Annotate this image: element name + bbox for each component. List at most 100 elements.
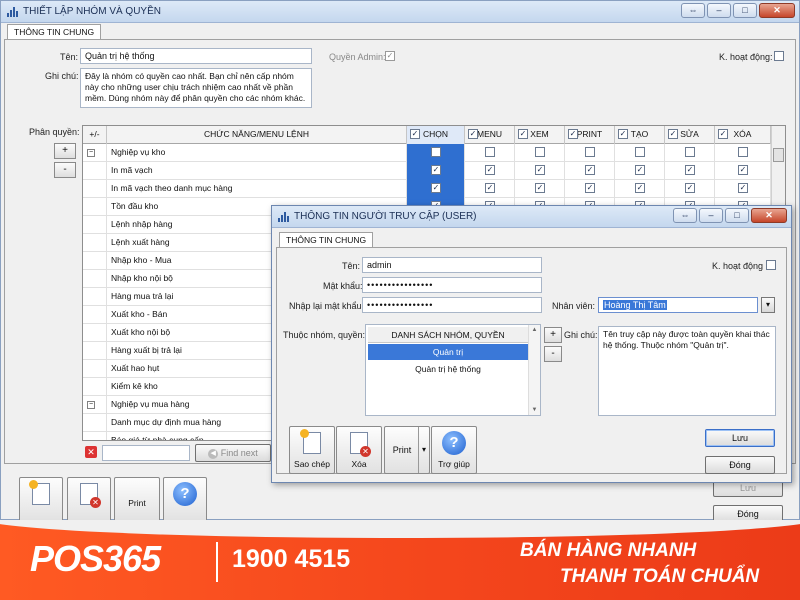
user-note-textarea[interactable]: Tên truy cập này được toàn quyền khai th… bbox=[598, 326, 776, 416]
pos365-logo: POS365 bbox=[30, 538, 161, 579]
row-function-text: Hàng xuất bị trả lại bbox=[111, 345, 182, 355]
table-row[interactable]: In mã vạch ✓ ✓ ✓ ✓ ✓ ✓ ✓ bbox=[83, 162, 785, 180]
header-edit-checkbox[interactable]: ✓ bbox=[668, 129, 678, 139]
group-list-item-admin[interactable]: Quản trị bbox=[368, 344, 528, 360]
collapse-icon[interactable]: − bbox=[87, 149, 95, 157]
find-input[interactable] bbox=[102, 445, 190, 461]
group-list-item-system-admin[interactable]: Quản trị hệ thống bbox=[368, 361, 528, 377]
table-row[interactable]: In mã vạch theo danh mục hàng ✓ ✓ ✓ ✓ ✓ ✓ ✓ bbox=[83, 180, 785, 198]
row-delete-checkbox[interactable]: ✓ bbox=[738, 183, 748, 193]
remove-group-button[interactable]: - bbox=[544, 346, 562, 362]
row-print-checkbox[interactable] bbox=[585, 147, 595, 157]
header-select-checkbox[interactable]: ✓ bbox=[410, 129, 420, 139]
admin-checkbox[interactable]: ✓ bbox=[385, 51, 395, 61]
repassword-input[interactable]: •••••••••••••••• bbox=[362, 297, 542, 313]
row-expand-cell bbox=[83, 162, 107, 180]
tab-general-info[interactable]: THÔNG TIN CHUNG bbox=[7, 24, 102, 40]
restore-icon[interactable]: ⇔ bbox=[681, 3, 705, 18]
header-delete[interactable]: ✓ XÓA bbox=[715, 126, 771, 144]
dialog-restore-icon[interactable]: ⇔ bbox=[673, 208, 697, 223]
user-active-checkbox[interactable] bbox=[766, 260, 776, 270]
group-name-input[interactable]: Quản trị hệ thống bbox=[80, 48, 312, 64]
main-print-label: Print bbox=[128, 498, 146, 508]
dialog-close-icon[interactable]: ✕ bbox=[751, 208, 787, 223]
help-button[interactable]: ? Trợ giúp bbox=[431, 426, 477, 474]
scroll-thumb[interactable] bbox=[773, 148, 784, 162]
find-next-button[interactable]: ◀ Find next bbox=[195, 444, 271, 462]
row-edit-checkbox[interactable] bbox=[685, 147, 695, 157]
header-select[interactable]: ✓ CHỌN bbox=[407, 126, 465, 144]
add-group-button[interactable]: + bbox=[544, 327, 562, 343]
header-menu[interactable]: ✓ MENU bbox=[465, 126, 515, 144]
main-copy-button[interactable] bbox=[19, 477, 63, 523]
main-delete-button[interactable]: ✕ bbox=[67, 477, 111, 523]
row-select-checkbox[interactable]: ✓ bbox=[431, 183, 441, 193]
table-row[interactable]: − Nghiệp vụ kho bbox=[83, 144, 785, 162]
maximize-icon[interactable]: □ bbox=[733, 3, 757, 18]
main-print-button[interactable]: Print bbox=[114, 477, 160, 523]
row-view-checkbox[interactable]: ✓ bbox=[535, 165, 545, 175]
active-checkbox[interactable] bbox=[774, 51, 784, 61]
row-edit-checkbox[interactable]: ✓ bbox=[685, 165, 695, 175]
clear-filter-icon[interactable]: ✕ bbox=[85, 446, 97, 458]
row-select-checkbox[interactable]: ✓ bbox=[431, 165, 441, 175]
expand-all-button[interactable]: + bbox=[54, 143, 76, 159]
header-print[interactable]: ✓ PRINT bbox=[565, 126, 615, 144]
row-delete-checkbox[interactable] bbox=[738, 147, 748, 157]
active-label: K. hoạt động: bbox=[719, 52, 773, 62]
print-dropdown-icon[interactable]: ▾ bbox=[418, 427, 429, 473]
group-label: Thuộc nhóm, quyền: bbox=[283, 330, 366, 340]
password-input[interactable]: •••••••••••••••• bbox=[362, 277, 542, 293]
dialog-maximize-icon[interactable]: □ bbox=[725, 208, 749, 223]
row-menu-checkbox[interactable]: ✓ bbox=[485, 165, 495, 175]
dialog-minimize-icon[interactable]: – bbox=[699, 208, 723, 223]
minimize-icon[interactable]: – bbox=[707, 3, 731, 18]
header-view-checkbox[interactable]: ✓ bbox=[518, 129, 528, 139]
header-view[interactable]: ✓ XEM bbox=[515, 126, 565, 144]
row-print-checkbox[interactable]: ✓ bbox=[585, 183, 595, 193]
collapse-all-button[interactable]: - bbox=[54, 162, 76, 178]
close-button[interactable]: Đóng bbox=[705, 456, 775, 474]
row-expand-cell bbox=[83, 378, 107, 396]
row-expand-cell bbox=[83, 198, 107, 216]
row-view-checkbox[interactable] bbox=[535, 147, 545, 157]
header-expand[interactable]: +/- bbox=[83, 126, 107, 144]
row-delete-checkbox[interactable]: ✓ bbox=[738, 165, 748, 175]
row-create-checkbox[interactable]: ✓ bbox=[635, 165, 645, 175]
row-expand-cell bbox=[83, 234, 107, 252]
header-create[interactable]: ✓ TẠO bbox=[615, 126, 665, 144]
row-menu-checkbox[interactable] bbox=[485, 147, 495, 157]
find-next-label: Find next bbox=[220, 448, 258, 458]
header-print-checkbox[interactable]: ✓ bbox=[568, 129, 578, 139]
header-menu-checkbox[interactable]: ✓ bbox=[468, 129, 478, 139]
row-function-label: In mã vạch bbox=[107, 162, 407, 180]
row-print-cell: ✓ bbox=[565, 162, 615, 180]
row-menu-checkbox[interactable]: ✓ bbox=[485, 183, 495, 193]
employee-select[interactable]: Hoàng Thị Tâm bbox=[598, 297, 758, 313]
print-button[interactable]: Print ▾ bbox=[384, 426, 430, 474]
header-delete-checkbox[interactable]: ✓ bbox=[718, 129, 728, 139]
row-edit-checkbox[interactable]: ✓ bbox=[685, 183, 695, 193]
row-select-checkbox[interactable] bbox=[431, 147, 441, 157]
header-print-label: PRINT bbox=[576, 129, 603, 139]
header-create-checkbox[interactable]: ✓ bbox=[618, 129, 628, 139]
row-create-checkbox[interactable] bbox=[635, 147, 645, 157]
row-print-checkbox[interactable]: ✓ bbox=[585, 165, 595, 175]
row-view-checkbox[interactable]: ✓ bbox=[535, 183, 545, 193]
copy-button[interactable]: Sao chép bbox=[289, 426, 335, 474]
user-name-input[interactable]: admin bbox=[362, 257, 542, 273]
row-edit-cell: ✓ bbox=[665, 162, 715, 180]
group-list-scrollbar[interactable]: ▲ ▼ bbox=[528, 325, 540, 415]
header-edit[interactable]: ✓ SỬA bbox=[665, 126, 715, 144]
close-icon[interactable]: ✕ bbox=[759, 3, 795, 18]
collapse-icon[interactable]: − bbox=[87, 401, 95, 409]
save-button[interactable]: Lưu bbox=[705, 429, 775, 447]
dialog-tab-general-info[interactable]: THÔNG TIN CHUNG bbox=[279, 232, 374, 248]
row-create-checkbox[interactable]: ✓ bbox=[635, 183, 645, 193]
note-textarea[interactable]: Đây là nhóm có quyền cao nhất. Bạn chỉ n… bbox=[80, 68, 312, 108]
main-help-button[interactable]: ? bbox=[163, 477, 207, 523]
employee-value: Hoàng Thị Tâm bbox=[603, 300, 667, 310]
delete-button[interactable]: ✕ Xóa bbox=[336, 426, 382, 474]
header-function[interactable]: CHỨC NĂNG/MENU LỆNH bbox=[107, 126, 407, 144]
employee-dropdown-icon[interactable]: ▾ bbox=[761, 297, 775, 313]
